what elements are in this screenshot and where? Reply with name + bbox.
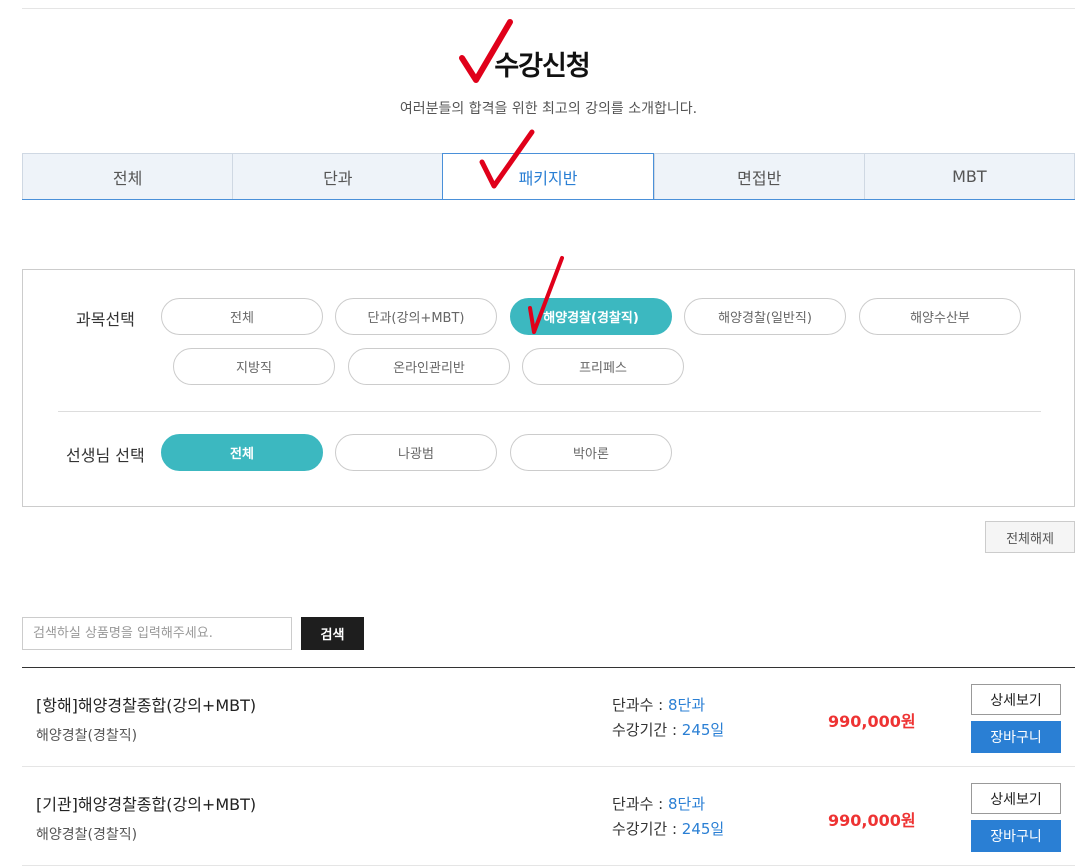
product-count: 단과수 : 8단과 [612,793,705,814]
filter-divider [58,411,1041,412]
product-count-label: 단과수 : [612,696,668,714]
reset-filters-button[interactable]: 전체해제 [985,521,1075,553]
category-tabs: 전체 단과 패키지반 면접반 MBT [22,153,1076,200]
check-mark-icon [528,256,564,334]
teacher-pill-all[interactable]: 전체 [161,434,323,471]
tab-all[interactable]: 전체 [22,154,232,199]
tab-single[interactable]: 단과 [232,154,442,199]
check-mark-icon [479,129,535,189]
product-period: 수강기간 : 245일 [612,818,724,839]
subject-pill-free-pass[interactable]: 프리페스 [522,348,684,385]
product-period-label: 수강기간 : [612,721,682,739]
product-title[interactable]: [항해]해양경찰종합(강의+MBT) [36,692,256,716]
tab-package[interactable]: 패키지반 [442,153,654,199]
detail-button[interactable]: 상세보기 [971,684,1061,715]
subject-pill-coast-guard-general[interactable]: 해양경찰(일반직) [684,298,846,335]
product-category: 해양경찰(경찰직) [36,728,138,744]
product-period-value: 245일 [681,820,725,838]
product-count-label: 단과수 : [612,795,668,813]
product-category: 해양경찰(경찰직) [36,827,138,843]
product-price: 990,000원 [828,712,916,731]
product-price: 990,000원 [828,811,916,830]
tab-interview[interactable]: 면접반 [653,154,864,199]
product-row: [항해]해양경찰종합(강의+MBT) 해양경찰(경찰직) 단과수 : 8단과 수… [22,668,1075,767]
add-to-cart-button[interactable]: 장바구니 [971,721,1061,753]
subject-pill-single-mbt[interactable]: 단과(강의+MBT) [335,298,497,335]
product-count-value: 8단과 [668,696,706,714]
product-row: [기관]해양경찰종합(강의+MBT) 해양경찰(경찰직) 단과수 : 8단과 수… [22,767,1075,866]
subject-pill-oceans-fisheries[interactable]: 해양수산부 [859,298,1021,335]
search-input[interactable] [22,617,292,650]
product-title[interactable]: [기관]해양경찰종합(강의+MBT) [36,791,256,815]
subject-pill-all[interactable]: 전체 [161,298,323,335]
tab-mbt[interactable]: MBT [863,154,1076,199]
subject-pill-online-managed[interactable]: 온라인관리반 [348,348,510,385]
page-subtitle: 여러분들의 합격을 위한 최고의 강의를 소개합니다. [399,101,698,117]
product-period: 수강기간 : 245일 [612,719,724,740]
teacher-pill-na[interactable]: 나광범 [335,434,497,471]
add-to-cart-button[interactable]: 장바구니 [971,820,1061,852]
detail-button[interactable]: 상세보기 [971,783,1061,814]
search-button[interactable]: 검색 [301,617,364,650]
product-count-value: 8단과 [668,795,706,813]
subject-pill-local[interactable]: 지방직 [173,348,335,385]
page-title: 수강신청 [494,51,590,82]
teacher-filter-label: 선생님 선택 [66,446,145,465]
product-count: 단과수 : 8단과 [612,694,705,715]
teacher-pill-park[interactable]: 박아론 [510,434,672,471]
top-divider [22,8,1075,9]
product-period-label: 수강기간 : [612,820,682,838]
product-period-value: 245일 [681,721,725,739]
subject-filter-label: 과목선택 [76,310,135,329]
